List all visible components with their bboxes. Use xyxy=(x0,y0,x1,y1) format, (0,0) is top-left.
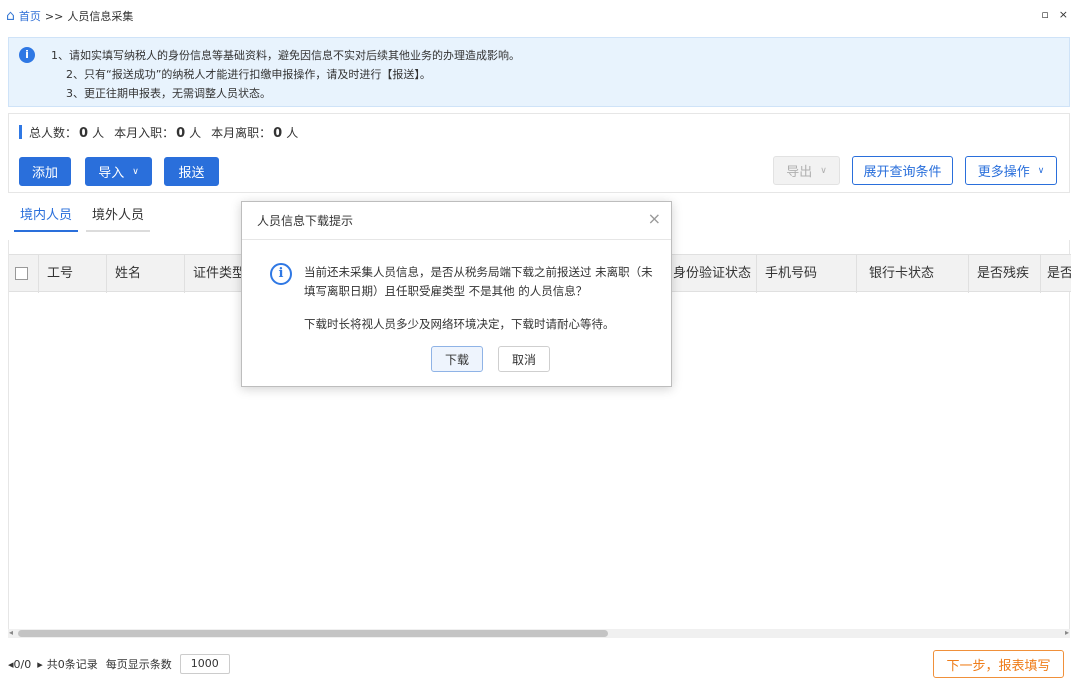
stats-summary: 总人数： 0 人 本月入职： 0 人 本月离职： 0 人 xyxy=(19,125,308,141)
select-all-cell xyxy=(9,255,39,293)
window-controls: ▫ × xyxy=(1041,8,1068,21)
column-header[interactable]: 是否残疾 xyxy=(969,255,1041,293)
submit-button[interactable]: 报送 xyxy=(164,157,219,186)
per-page-label: 每页显示条数 xyxy=(105,658,172,671)
tab-domestic[interactable]: 境内人员 xyxy=(14,204,79,232)
dialog-header: 人员信息下载提示 × xyxy=(242,202,671,240)
next-page-icon[interactable]: ▸ xyxy=(37,658,43,671)
dialog-message: 当前还未采集人员信息，是否从税务局端下载之前报送过 未离职（未填写离职日期）且任… xyxy=(304,265,653,298)
breadcrumb-separator: >> xyxy=(44,9,64,23)
column-header[interactable]: 银行卡状态 xyxy=(857,255,969,293)
column-header[interactable]: 工号 xyxy=(39,255,107,293)
chevron-down-icon: ∨ xyxy=(132,166,139,177)
add-button[interactable]: 添加 xyxy=(19,157,71,186)
column-header[interactable]: 是否 xyxy=(1041,255,1071,293)
column-header[interactable]: 手机号码 xyxy=(757,255,857,293)
breadcrumb-current: 人员信息采集 xyxy=(67,10,134,23)
stat-leave: 本月离职： 0 人 xyxy=(211,125,299,141)
chevron-down-icon: ∨ xyxy=(1037,165,1045,176)
cancel-button[interactable]: 取消 xyxy=(498,346,550,372)
per-page-input[interactable]: 1000 xyxy=(179,654,230,674)
restore-icon[interactable]: ▫ xyxy=(1041,8,1048,21)
scroll-left-icon[interactable]: ◂ xyxy=(9,628,13,637)
total-records: 共0条记录 xyxy=(46,658,98,671)
notice-box: i 1、请如实填写纳税人的身份信息等基础资料，避免因信息不实对后续其他业务的办理… xyxy=(8,37,1070,107)
dialog-note: 下载时长将视人员多少及网络环境决定，下载时请耐心等待。 xyxy=(304,317,615,331)
tab-foreign[interactable]: 境外人员 xyxy=(86,204,151,232)
notice-line: 2、只有“报送成功”的纳税人才能进行扣缴申报操作，请及时进行【报送】。 xyxy=(66,68,431,81)
scroll-right-icon[interactable]: ▸ xyxy=(1065,628,1069,637)
accent-bar xyxy=(19,125,22,139)
stat-total: 总人数： 0 人 xyxy=(29,125,105,141)
toolbar-panel: 总人数： 0 人 本月入职： 0 人 本月离职： 0 人 添加 导入 ∨ 报送 导出 ∨ 展开查… xyxy=(8,113,1070,193)
pagination: ◂ 0/0 ▸ 共0条记录 每页显示条数 1000 xyxy=(8,650,230,678)
more-ops-button[interactable]: 更多操作 ∨ xyxy=(965,156,1057,185)
expand-query-button[interactable]: 展开查询条件 xyxy=(852,156,953,185)
next-step-button[interactable]: 下一步，报表填写 xyxy=(933,650,1064,678)
home-icon[interactable]: ⌂ xyxy=(6,8,15,24)
page-indicator: 0/0 xyxy=(13,657,32,671)
scrollbar-thumb[interactable] xyxy=(18,630,608,637)
info-icon: i xyxy=(270,263,292,285)
export-button[interactable]: 导出 ∨ xyxy=(773,156,840,185)
horizontal-scrollbar[interactable]: ◂ ▸ xyxy=(8,628,1070,638)
title-bar: ⌂ 首页 >> 人员信息采集 xyxy=(0,0,1080,32)
download-button[interactable]: 下载 xyxy=(431,346,483,372)
column-header[interactable]: 身份验证状态 xyxy=(667,255,757,293)
column-header[interactable]: 姓名 xyxy=(107,255,185,293)
breadcrumb-home-link[interactable]: 首页 xyxy=(19,8,41,24)
select-all-checkbox[interactable] xyxy=(15,267,28,280)
notice-line: 1、请如实填写纳税人的身份信息等基础资料，避免因信息不实对后续其他业务的办理造成… xyxy=(51,49,520,62)
import-button[interactable]: 导入 ∨ xyxy=(85,157,152,186)
close-icon[interactable]: × xyxy=(648,211,661,227)
stat-join: 本月入职： 0 人 xyxy=(114,125,202,141)
dialog-title: 人员信息下载提示 xyxy=(257,214,354,228)
notice-line: 3、更正往期申报表，无需调整人员状态。 xyxy=(66,87,271,100)
close-icon[interactable]: × xyxy=(1059,8,1068,21)
info-icon: i xyxy=(19,47,35,63)
person-tabs: 境内人员 境外人员 xyxy=(14,204,151,232)
chevron-down-icon: ∨ xyxy=(820,165,827,176)
download-dialog: 人员信息下载提示 × i 当前还未采集人员信息，是否从税务局端下载之前报送过 未… xyxy=(241,201,672,387)
